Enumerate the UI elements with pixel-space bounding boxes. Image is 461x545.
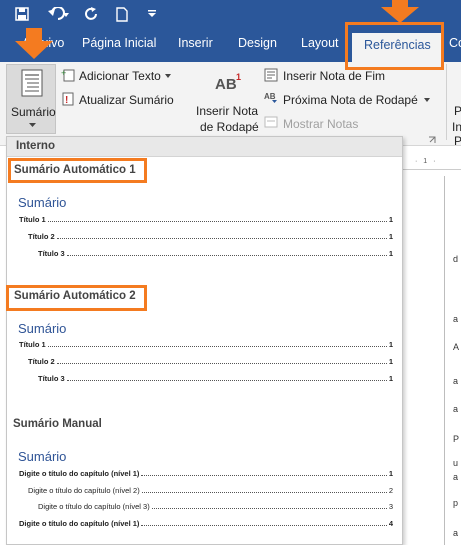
add-text-icon: + xyxy=(61,68,75,82)
update-table-icon: ! xyxy=(62,92,74,106)
new-document-icon[interactable] xyxy=(112,4,132,24)
doc-letter: a xyxy=(453,376,459,386)
show-notes-icon xyxy=(264,116,278,128)
arrow-down-icon xyxy=(15,28,53,59)
toc-preview-line: Título 21 xyxy=(28,232,393,241)
customize-qat-icon[interactable] xyxy=(144,4,160,24)
arrow-down-icon xyxy=(381,0,419,23)
doc-letter: a xyxy=(453,472,459,482)
toc-preview-line: Título 31 xyxy=(38,374,393,383)
doc-letter: p xyxy=(453,498,459,508)
gallery-header-label: Interno xyxy=(16,140,55,152)
toc-preview-line: Digite o título do capítulo (nível 1) 1 xyxy=(19,469,393,478)
document-page[interactable]: d a A a a P u a p a xyxy=(444,176,461,545)
ribbon-group-divider xyxy=(446,64,447,140)
svg-text:+: + xyxy=(61,68,66,78)
sumario-button[interactable]: Sumário xyxy=(6,64,56,134)
insert-footnote-label-2: de Rodapé xyxy=(200,120,259,134)
svg-text:!: ! xyxy=(65,95,68,106)
insert-footnote-label-1: Inserir Nota xyxy=(196,104,259,118)
insert-footnote-button[interactable]: AB 1 Inserir Nota de Rodapé xyxy=(194,64,260,136)
save-icon[interactable] xyxy=(12,4,32,24)
footnote-icon: AB xyxy=(215,76,237,93)
chevron-down-icon xyxy=(29,123,36,127)
doc-letter: a xyxy=(453,528,459,538)
toc-preview-title: Sumário xyxy=(18,321,67,336)
ribbon-clipped-text-2: In xyxy=(452,120,461,134)
ruler: · 1 · xyxy=(403,156,461,170)
footnote-superscript: 1 xyxy=(236,72,242,82)
ribbon-clipped-text-1: P xyxy=(454,104,461,118)
doc-letter: d xyxy=(453,254,459,264)
ribbon-referencias: Sumário + Adicionar Texto ! Atualizar Su… xyxy=(0,62,461,148)
chevron-down-icon xyxy=(165,74,171,78)
doc-letter: A xyxy=(453,342,460,352)
chevron-down-icon xyxy=(424,98,430,102)
toc-preview-line: Título 21 xyxy=(28,357,393,366)
next-footnote-button[interactable]: Próxima Nota de Rodapé xyxy=(283,93,418,107)
dialog-launcher-icon[interactable] xyxy=(428,136,436,144)
redo-icon[interactable] xyxy=(82,4,102,24)
toc-preview-line: Digite o título do capítulo (nível 2) 2 xyxy=(28,486,393,495)
toc-gallery-dropdown: Interno Sumário Automático 1 Sumário Tít… xyxy=(6,136,403,545)
update-toc-button[interactable]: Atualizar Sumário xyxy=(79,93,174,107)
tab-design[interactable]: Design xyxy=(238,36,277,50)
toc-preview-line: Digite o título do capítulo (nível 3) 3 xyxy=(38,502,393,511)
svg-text:AB: AB xyxy=(264,92,276,101)
section-title: Sumário Manual xyxy=(13,418,102,430)
doc-letter: a xyxy=(453,404,459,414)
toc-preview-line: Título 11 xyxy=(19,215,393,224)
next-footnote-icon: AB xyxy=(264,92,277,103)
table-of-contents-icon xyxy=(21,69,43,97)
tab-layout[interactable]: Layout xyxy=(301,36,339,50)
show-notes-button[interactable]: Mostrar Notas xyxy=(283,117,358,131)
toc-option-manual[interactable]: Sumário Manual Sumário Digite o título d… xyxy=(7,411,402,544)
tab-pagina-inicial[interactable]: Página Inicial xyxy=(82,36,156,50)
endnote-icon xyxy=(264,68,278,82)
toc-preview-line: Digite o título do capítulo (nível 1) 4 xyxy=(19,519,393,528)
toc-preview-title: Sumário xyxy=(18,195,67,210)
toc-preview-title: Sumário xyxy=(18,449,67,464)
undo-icon[interactable] xyxy=(46,4,72,24)
doc-letter: P xyxy=(453,434,460,444)
tab-cor[interactable]: Cor xyxy=(449,36,461,50)
toc-preview-line: Título 11 xyxy=(19,340,393,349)
highlight-sumario-automatico-2 xyxy=(6,285,147,311)
gallery-header: Interno xyxy=(7,137,402,157)
toc-preview-line: Título 31 xyxy=(38,249,393,258)
add-text-button[interactable]: Adicionar Texto xyxy=(79,69,161,83)
doc-letter: a xyxy=(453,314,459,324)
highlight-referencias-tab xyxy=(345,22,444,70)
tab-inserir[interactable]: Inserir xyxy=(178,36,213,50)
ruler-marks: · 1 · xyxy=(415,158,438,165)
doc-letter: u xyxy=(453,458,459,468)
sumario-label: Sumário xyxy=(11,105,56,119)
insert-endnote-button[interactable]: Inserir Nota de Fim xyxy=(283,69,385,83)
highlight-sumario-automatico-1 xyxy=(8,158,147,183)
